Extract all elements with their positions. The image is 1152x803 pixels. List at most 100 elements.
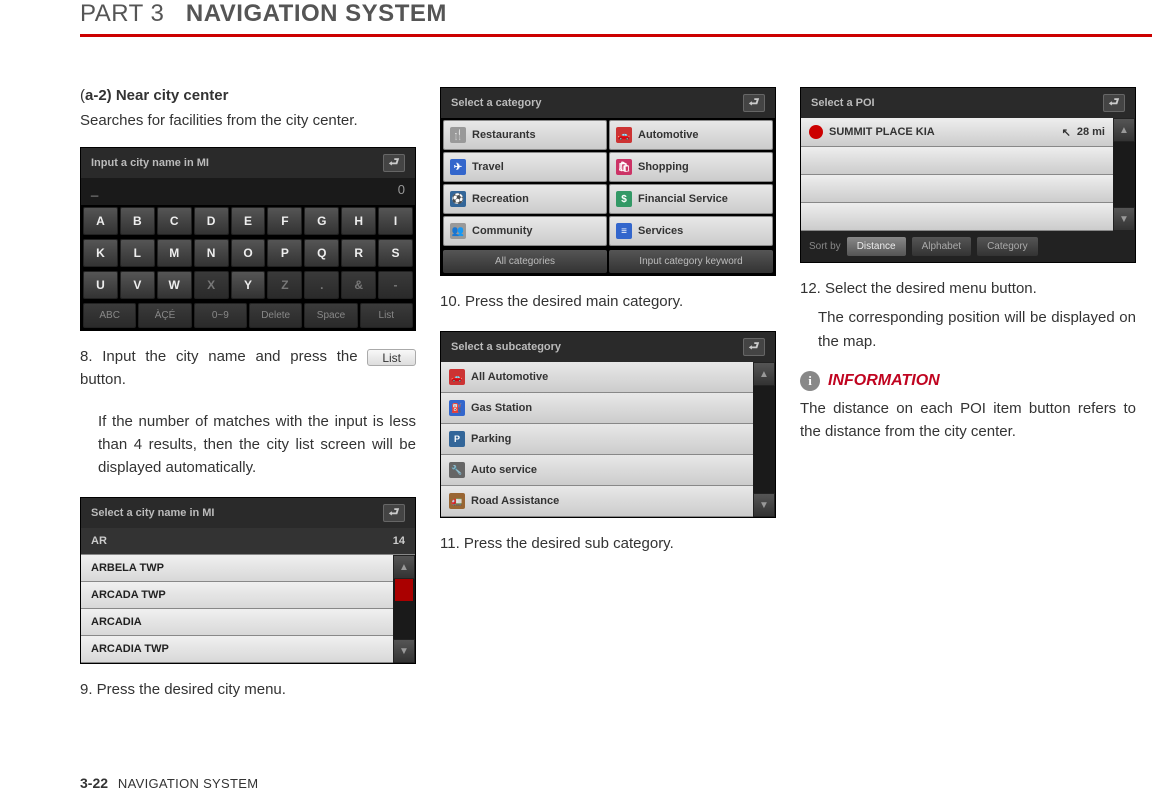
label: Road Assistance [471,495,559,507]
key[interactable]: B [120,207,155,235]
subcat-item[interactable]: PParking [441,424,753,455]
back-icon[interactable]: ⮐ [1103,94,1125,112]
scroll-up-icon[interactable]: ▲ [393,555,415,579]
category-recreation[interactable]: ⚽Recreation [443,184,607,214]
key[interactable]: D [194,207,229,235]
scroll-track[interactable] [1113,142,1135,207]
sort-alphabet-button[interactable]: Alphabet [912,237,971,256]
mode-key[interactable]: ABC [83,303,136,328]
scrollbar: ▲ ▼ [393,555,415,663]
key[interactable]: R [341,239,376,267]
category-financial[interactable]: $Financial Service [609,184,773,214]
category-community[interactable]: 👥Community [443,216,607,246]
key[interactable]: - [378,271,413,299]
label: Recreation [472,193,529,205]
subcat-item[interactable]: 🚗All Automotive [441,362,753,393]
keyboard-row2: K L M N O P Q R S [81,237,415,269]
key[interactable]: I [378,207,413,235]
sort-category-button[interactable]: Category [977,237,1038,256]
list-key[interactable]: List [360,303,413,328]
step-12-note: The corresponding position will be dis­p… [800,306,1136,353]
key[interactable]: P [267,239,302,267]
city-item[interactable]: ARCADIA TWP [81,636,393,663]
car-icon: 🚗 [616,127,632,143]
key[interactable]: F [267,207,302,235]
key[interactable]: Y [231,271,266,299]
category-shopping[interactable]: 🛍Shopping [609,152,773,182]
page-number: 3-22 [80,775,108,791]
key[interactable]: S [378,239,413,267]
direction-icon: ↖ [1062,126,1071,139]
scroll-thumb[interactable] [395,579,413,601]
keyboard-row3: U V W X Y Z . & - [81,269,415,301]
key[interactable]: G [304,207,339,235]
key[interactable]: M [157,239,192,267]
key[interactable]: C [157,207,192,235]
key[interactable]: A [83,207,118,235]
back-icon[interactable]: ⮐ [383,154,405,172]
space-key[interactable]: Space [304,303,357,328]
label: Financial Service [638,193,728,205]
category-travel[interactable]: ✈Travel [443,152,607,182]
mode-key[interactable]: 0~9 [194,303,247,328]
info-icon: i [800,371,820,391]
screenshot-title: Select a subcategory [451,341,561,353]
city-item[interactable]: ARCADA TWP [81,582,393,609]
restaurant-icon: 🍴 [450,127,466,143]
city-item[interactable]: ARCADIA [81,609,393,636]
scroll-track[interactable] [753,386,775,493]
match-count: 14 [393,535,405,547]
label: Parking [471,433,511,445]
category-bottom: All categories Input category keyword [441,248,775,275]
subhead-text: a-2) Near city center [85,87,228,104]
scroll-down-icon[interactable]: ▼ [1113,207,1135,231]
city-list-body: ARBELA TWP ARCADA TWP ARCADIA ARCADIA TW… [81,555,415,663]
poi-empty-row [801,203,1113,231]
scroll-down-icon[interactable]: ▼ [753,493,775,517]
key[interactable]: U [83,271,118,299]
category-restaurants[interactable]: 🍴Restaurants [443,120,607,150]
subcat-item[interactable]: 🚛Road Assistance [441,486,753,517]
key[interactable]: L [120,239,155,267]
input-value: AR [91,535,107,547]
key[interactable]: Z [267,271,302,299]
poi-empty-row [801,147,1113,175]
scroll-track[interactable] [393,579,415,639]
step-10: 10. Press the desired main category. [440,290,776,313]
key[interactable]: X [194,271,229,299]
key[interactable]: . [304,271,339,299]
shopping-icon: 🛍 [616,159,632,175]
delete-key[interactable]: Delete [249,303,302,328]
back-icon[interactable]: ⮐ [743,338,765,356]
sort-distance-button[interactable]: Distance [847,237,906,256]
poi-item[interactable]: SUMMIT PLACE KIA ↖ 28 mi [801,118,1113,147]
part-label: PART 3 [80,0,164,27]
key[interactable]: K [83,239,118,267]
subcat-list: 🚗All Automotive ⛽Gas Station PParking 🔧A… [441,362,775,517]
subcat-item[interactable]: ⛽Gas Station [441,393,753,424]
all-categories-button[interactable]: All categories [443,250,607,273]
screenshot-title: Select a category [451,97,542,109]
key[interactable]: W [157,271,192,299]
step-8-text-b: button. [80,371,126,388]
back-icon[interactable]: ⮐ [743,94,765,112]
scroll-down-icon[interactable]: ▼ [393,639,415,663]
key[interactable]: E [231,207,266,235]
category-automotive[interactable]: 🚗Automotive [609,120,773,150]
input-keyword-button[interactable]: Input category keyword [609,250,773,273]
content-columns: (a-2) Near city center Searches for faci… [0,37,1072,720]
category-services[interactable]: ≡Services [609,216,773,246]
key[interactable]: & [341,271,376,299]
scroll-up-icon[interactable]: ▲ [753,362,775,386]
screenshot-title-bar: Select a city name in MI ⮐ [81,498,415,528]
scroll-up-icon[interactable]: ▲ [1113,118,1135,142]
key[interactable]: H [341,207,376,235]
mode-key[interactable]: ÀÇÉ [138,303,191,328]
key[interactable]: V [120,271,155,299]
key[interactable]: Q [304,239,339,267]
key[interactable]: O [231,239,266,267]
key[interactable]: N [194,239,229,267]
subcat-item[interactable]: 🔧Auto service [441,455,753,486]
back-icon[interactable]: ⮐ [383,504,405,522]
city-item[interactable]: ARBELA TWP [81,555,393,582]
